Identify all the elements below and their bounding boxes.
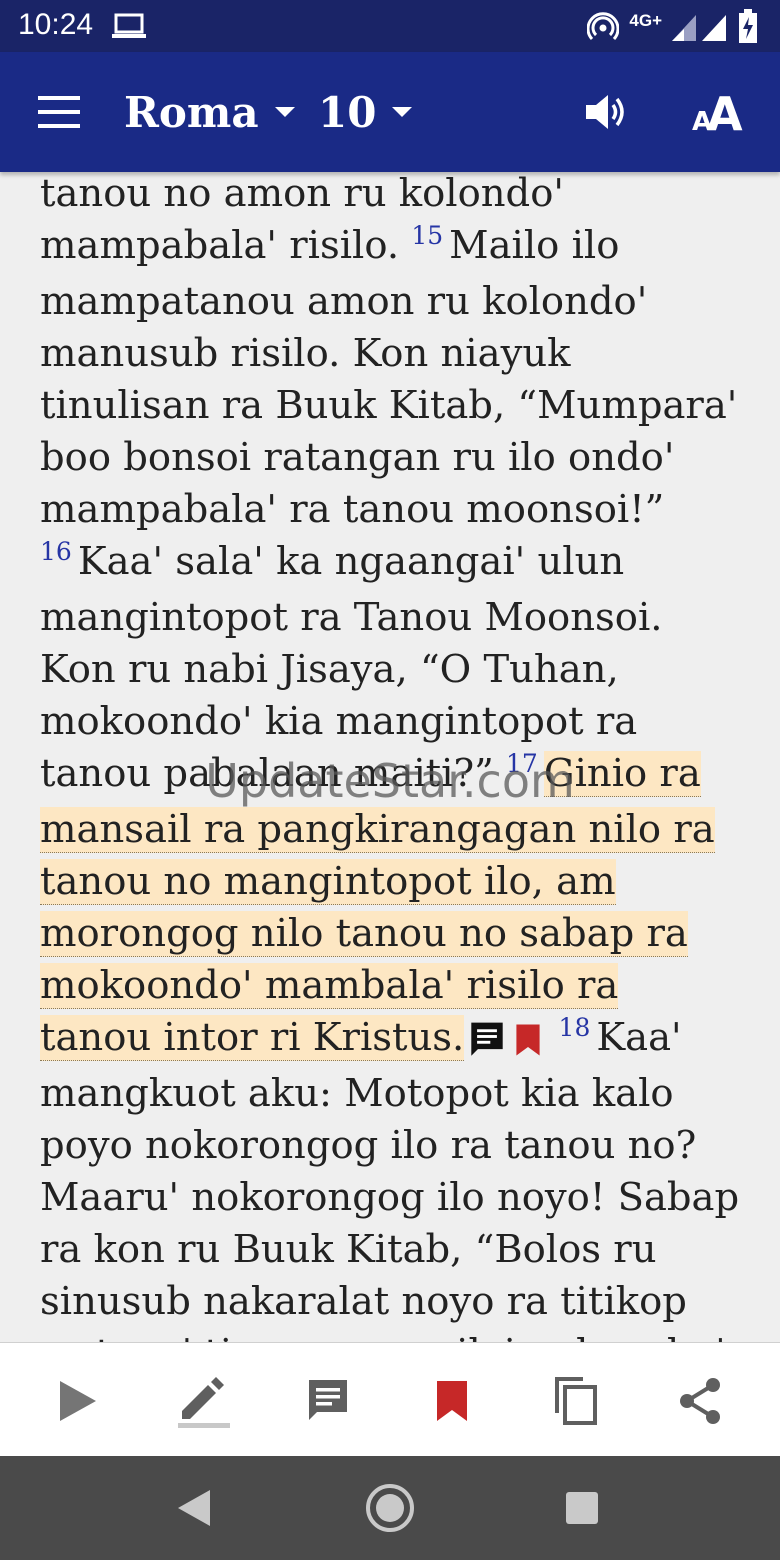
verse-number[interactable]: 17 xyxy=(506,749,538,778)
back-icon xyxy=(178,1490,210,1526)
home-icon xyxy=(366,1484,414,1532)
recents-icon xyxy=(566,1492,598,1524)
caret-down-icon xyxy=(274,107,295,117)
bookmark-button[interactable] xyxy=(422,1371,482,1431)
book-selector[interactable]: Roma xyxy=(124,84,295,140)
status-bar: 10:24 4G+ xyxy=(0,0,780,52)
note-icon xyxy=(309,1380,347,1420)
verse-text[interactable]: Kaa' mangkuot aku: Motopot kia kalo poyo… xyxy=(40,1015,739,1342)
chapter-number: 10 xyxy=(318,87,377,137)
verse-number[interactable]: 16 xyxy=(40,537,72,566)
chapter-selector[interactable]: 10 xyxy=(318,84,413,140)
recents-button[interactable] xyxy=(556,1482,608,1534)
play-button[interactable] xyxy=(48,1371,108,1431)
verse-text[interactable]: Mailo ilo mampatanou amon ru kolondo' ma… xyxy=(40,223,737,532)
caret-down-icon xyxy=(392,107,413,117)
verse-action-toolbar xyxy=(0,1342,780,1457)
app-bar: Roma 10 A A xyxy=(0,52,780,172)
verse-annotation-icons xyxy=(464,1015,546,1060)
highlight-pen-icon xyxy=(178,1377,230,1428)
reader-content[interactable]: tanou no amon ru kolondo' mampabala' ris… xyxy=(0,172,780,1342)
verse-text[interactable] xyxy=(546,1015,558,1060)
bookmark-icon xyxy=(437,1381,467,1421)
status-icons: 4G+ xyxy=(587,8,758,44)
copy-button[interactable] xyxy=(546,1371,606,1431)
share-button[interactable] xyxy=(670,1371,730,1431)
hotspot-icon xyxy=(587,12,620,41)
font-size-icon[interactable]: A A xyxy=(690,88,748,134)
laptop-icon xyxy=(112,13,146,38)
home-button[interactable] xyxy=(364,1482,416,1534)
network-type-label: 4G+ xyxy=(629,11,662,30)
menu-icon[interactable] xyxy=(38,94,82,130)
status-time: 10:24 xyxy=(18,8,94,41)
svg-text:A: A xyxy=(707,88,743,134)
copy-icon xyxy=(555,1377,597,1425)
share-icon xyxy=(680,1378,720,1424)
battery-charging-icon xyxy=(739,9,757,43)
back-button[interactable] xyxy=(168,1482,220,1534)
note-button[interactable] xyxy=(298,1371,358,1431)
signal-icon xyxy=(672,15,726,41)
chapter-text[interactable]: tanou no amon ru kolondo' mampabala' ris… xyxy=(40,172,740,1342)
verse-number[interactable]: 15 xyxy=(411,221,443,250)
highlight-button[interactable] xyxy=(174,1371,234,1431)
speaker-icon[interactable] xyxy=(584,92,628,132)
note-icon[interactable] xyxy=(468,1021,506,1059)
system-navigation-bar xyxy=(0,1456,780,1560)
book-name: Roma xyxy=(124,87,259,137)
bookmark-icon[interactable] xyxy=(514,1023,542,1057)
play-icon xyxy=(60,1381,96,1421)
verse-number[interactable]: 18 xyxy=(559,1013,591,1042)
